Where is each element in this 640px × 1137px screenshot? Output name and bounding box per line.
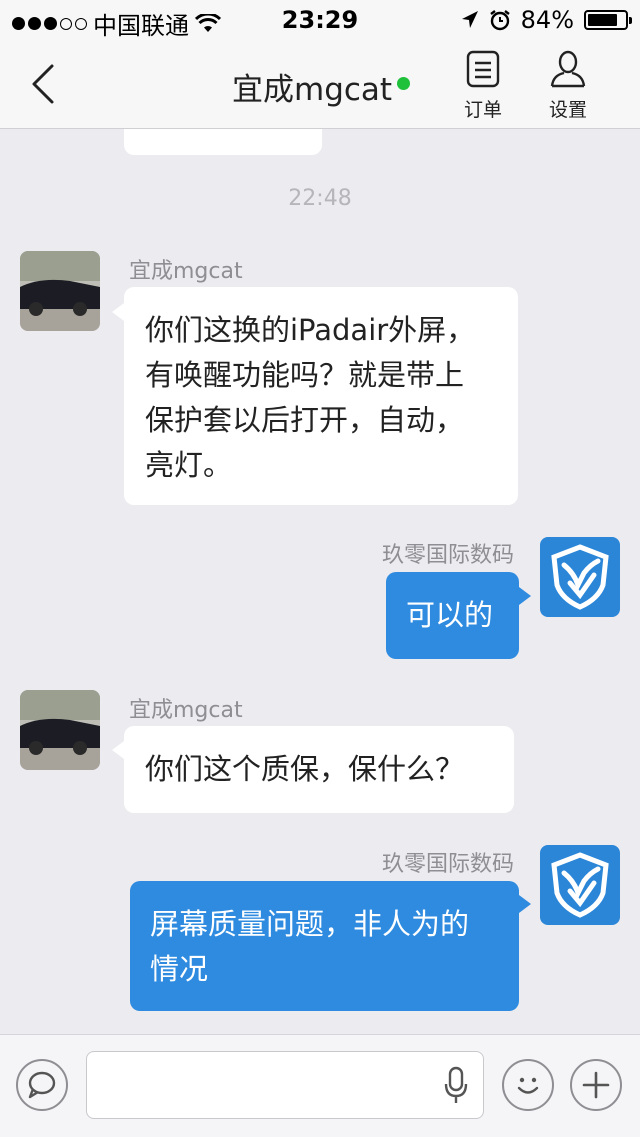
bubble-tail (519, 587, 531, 605)
back-chevron-icon[interactable] (26, 62, 66, 106)
emoji-icon (517, 1077, 539, 1094)
settings-label: 设置 (548, 99, 587, 121)
emoji-button[interactable] (502, 1059, 554, 1111)
message-bubble-incoming[interactable]: 你们这换的iPadair外屏， 有唤醒功能吗？就是带上 保护套以后打开，自动， … (124, 287, 518, 505)
shield-logo-icon (551, 544, 609, 610)
avatar-shop[interactable] (540, 537, 620, 617)
message-bubble-partial (124, 129, 322, 155)
add-button[interactable] (570, 1059, 622, 1111)
sender-name: 宜成mgcat (129, 698, 243, 723)
chat-title: 宜成mgcat (232, 72, 393, 108)
chat-timestamp: 22:48 (288, 186, 352, 211)
message-bubble-incoming[interactable]: 你们这个质保，保什么？ (124, 726, 514, 813)
online-status-dot (397, 77, 410, 90)
status-bar: 中国联通 23:29 84% (0, 0, 640, 40)
message-input-box[interactable] (86, 1051, 484, 1119)
avatar-customer[interactable] (20, 251, 100, 331)
sender-name: 宜成mgcat (129, 259, 243, 284)
battery-percent: 84% (520, 6, 574, 34)
message-line: 情况 (150, 952, 209, 986)
message-bubble-outgoing[interactable]: 屏幕质量问题，非人为的 情况 (130, 881, 519, 1011)
chat-area[interactable]: 22:48 宜成mgcat 你们这换的iPadair外屏， 有唤醒功能吗？就是带… (0, 129, 640, 1034)
chat-bubble-icon (28, 1071, 56, 1099)
list-icon (466, 50, 500, 88)
battery-fill (588, 14, 617, 26)
location-arrow-icon (461, 11, 478, 28)
car-photo-icon (20, 690, 100, 770)
orders-button[interactable]: 订单 (460, 50, 506, 122)
input-bar (0, 1034, 640, 1137)
message-line: 你们这换的iPadair外屏， (145, 313, 476, 347)
car-photo-icon (20, 251, 100, 331)
avatar-customer[interactable] (20, 690, 100, 770)
message-line: 屏幕质量问题，非人为的 (150, 907, 470, 941)
bubble-tail (112, 303, 124, 321)
microphone-icon[interactable] (443, 1066, 469, 1106)
message-line: 有唤醒功能吗？就是带上 (145, 358, 465, 392)
chat-header: 宜成mgcat 订单 设置 (0, 40, 640, 129)
shield-logo-icon (551, 852, 609, 918)
message-input[interactable] (101, 1052, 435, 1118)
message-line: 你们这个质保，保什么？ (145, 752, 465, 786)
alarm-clock-icon (489, 10, 510, 31)
avatar-shop[interactable] (540, 845, 620, 925)
orders-label: 订单 (463, 99, 502, 121)
plus-icon (582, 1071, 610, 1099)
bubble-tail (112, 741, 124, 759)
sender-name: 玖零国际数码 (381, 852, 514, 877)
sender-name: 玖零国际数码 (381, 543, 514, 568)
message-line: 亮灯。 (145, 448, 233, 482)
message-bubble-outgoing[interactable]: 可以的 (386, 572, 519, 659)
message-line: 可以的 (406, 598, 494, 632)
settings-button[interactable]: 设置 (544, 50, 592, 122)
status-right: 84% (461, 6, 632, 34)
battery-icon (584, 10, 632, 30)
chat-bubble-button[interactable] (16, 1059, 68, 1111)
bubble-tail (519, 895, 531, 913)
user-icon (550, 50, 586, 88)
message-line: 保护套以后打开，自动， (145, 403, 465, 437)
